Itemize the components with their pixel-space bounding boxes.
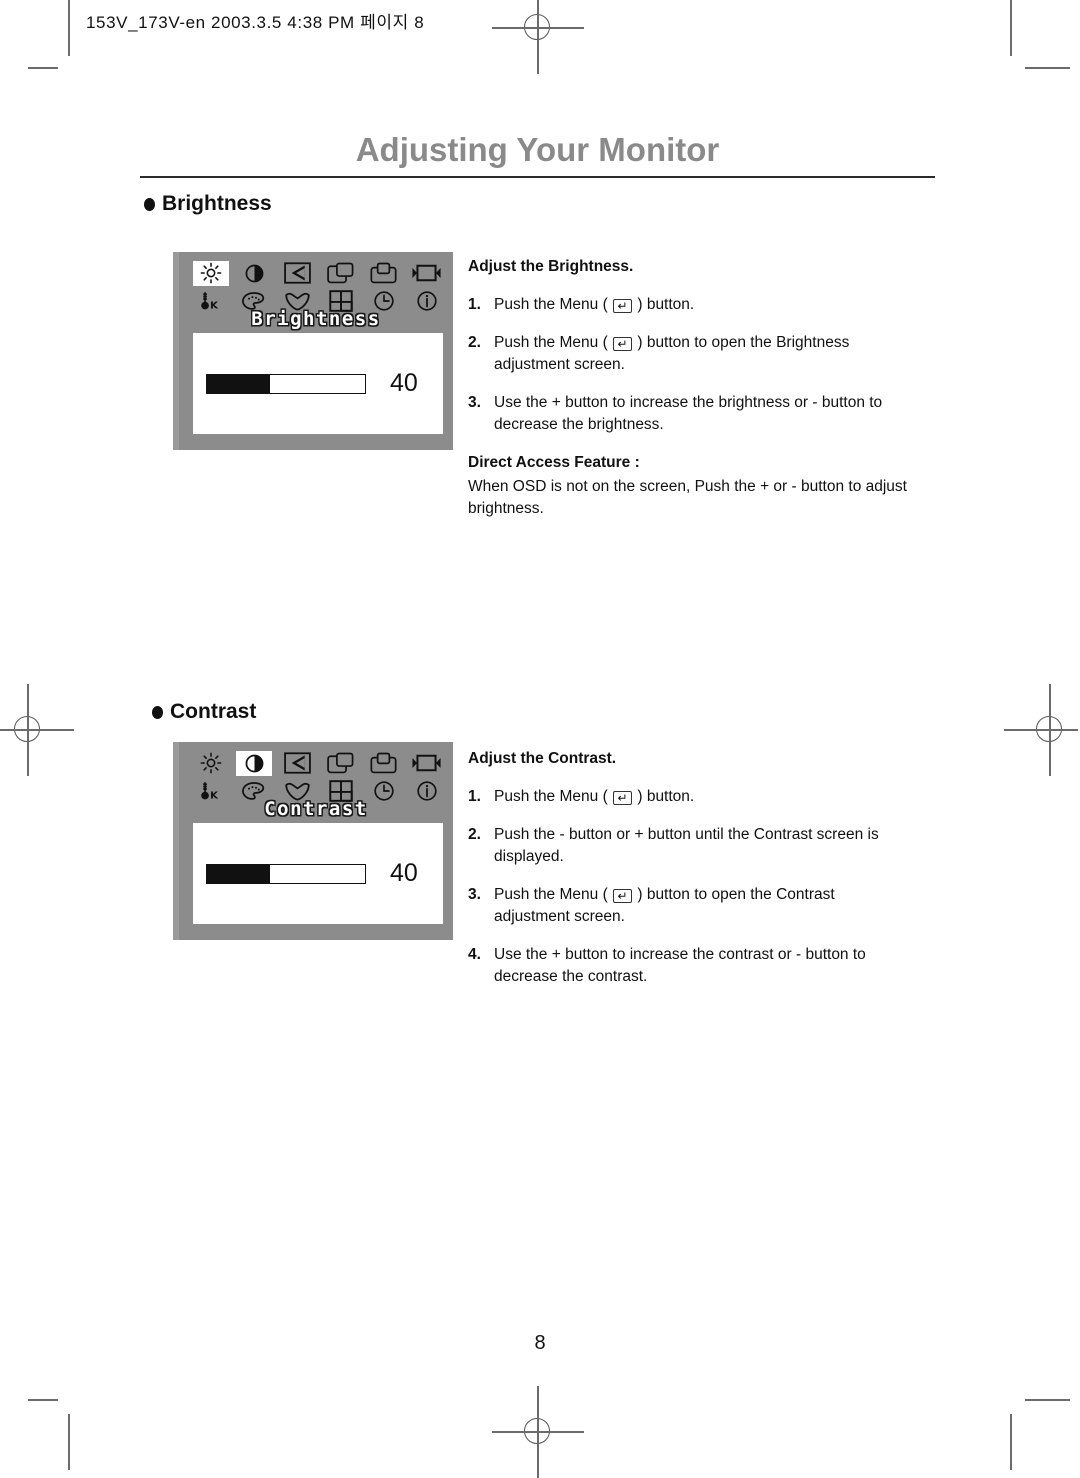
crop-mark-top-right-horizontal: [1025, 67, 1070, 69]
instructions-brightness: Adjust the Brightness. 1. Push the Menu (…: [468, 256, 908, 520]
instruction-steps: 1. Push the Menu ( ↵ ) button. 2. Push the …: [468, 294, 908, 436]
contrast-half-circle-icon[interactable]: [236, 750, 273, 776]
h-size-icon[interactable]: [409, 261, 445, 286]
image-lock-triangle-icon[interactable]: [279, 261, 315, 286]
registration-mark-right: [1004, 684, 1078, 776]
step-text: Push the - button or + button until the …: [494, 826, 879, 865]
instruction-step: 4. Use the + button to increase the contr…: [468, 944, 908, 988]
h-size-icon[interactable]: [409, 751, 445, 776]
registration-mark-left: [0, 684, 74, 776]
osd-value-readout: 40: [390, 859, 418, 887]
instruction-step: 2. Push the - button or + button until th…: [468, 824, 908, 868]
v-position-icon[interactable]: [366, 751, 402, 776]
menu-button-icon: ↵: [613, 889, 633, 903]
crop-mark-bottom-left-vertical: [68, 1414, 70, 1470]
crop-mark-top-left-vertical: [68, 0, 70, 56]
page-title: Adjusting Your Monitor: [355, 131, 720, 168]
osd-screen: 40: [193, 333, 443, 434]
slider-fill: [207, 864, 271, 883]
brightness-slider[interactable]: [206, 373, 366, 394]
instruction-lead: Adjust the Contrast.: [468, 750, 617, 767]
step-text: Use the + button to increase the contras…: [494, 946, 866, 985]
contrast-half-circle-icon[interactable]: [236, 261, 272, 286]
section-heading-label: Brightness: [162, 192, 272, 215]
menu-button-icon: ↵: [613, 299, 633, 313]
step-number: 1.: [468, 788, 481, 805]
osd-screen: 40: [193, 823, 443, 924]
step-number: 2.: [468, 334, 481, 351]
crop-mark-top-right-vertical: [1010, 0, 1012, 56]
brightness-sun-icon[interactable]: [193, 751, 229, 776]
document-page: 153V_173V-en 2003.3.5 4:38 PM 페이지 8 Adju…: [0, 0, 1080, 1478]
step-text: Push the Menu ( ↵ ) button.: [494, 788, 695, 805]
registration-mark-top: [492, 0, 584, 74]
v-position-icon[interactable]: [366, 261, 402, 286]
instruction-lead: Adjust the Brightness.: [468, 258, 634, 275]
registration-mark-bottom: [492, 1386, 584, 1478]
direct-access-title: Direct Access Feature :: [468, 454, 640, 471]
crop-mark-bottom-right-horizontal: [1025, 1399, 1070, 1401]
osd-title-label: Brightness: [251, 308, 381, 330]
step-text: Push the Menu ( ↵ ) button.: [494, 296, 695, 313]
brightness-sun-icon[interactable]: [193, 260, 229, 286]
crop-mark-bottom-right-vertical: [1010, 1414, 1012, 1470]
instruction-step: 1. Push the Menu ( ↵ ) button.: [468, 294, 908, 316]
slider-fill: [207, 374, 271, 393]
osd-value-readout: 40: [390, 369, 418, 397]
section-heading-label: Contrast: [170, 700, 257, 723]
step-number: 3.: [468, 394, 481, 411]
osd-panel-contrast: K Contrast 40: [173, 742, 453, 940]
step-text: Use the + button to increase the brightn…: [494, 394, 883, 433]
step-text: Push the Menu ( ↵ ) button to open the C…: [494, 886, 835, 925]
instruction-step: 3. Push the Menu ( ↵ ) button to open the…: [468, 884, 908, 928]
menu-button-icon: ↵: [613, 791, 633, 805]
osd-icon-row-1: [191, 260, 447, 286]
image-lock-triangle-icon[interactable]: [279, 751, 315, 776]
section-heading-brightness: Brightness: [144, 192, 272, 216]
title-divider: [140, 176, 935, 178]
direct-access-body: When OSD is not on the screen, Push the …: [468, 478, 907, 517]
step-number: 3.: [468, 886, 481, 903]
instructions-contrast: Adjust the Contrast. 1. Push the Menu ( ↵…: [468, 748, 908, 1004]
crop-mark-bottom-left-horizontal: [28, 1399, 58, 1401]
section-heading-contrast: Contrast: [152, 700, 256, 724]
instruction-step: 2. Push the Menu ( ↵ ) button to open the…: [468, 332, 908, 376]
page-number: 8: [534, 1332, 546, 1354]
step-text: Push the Menu ( ↵ ) button to open the B…: [494, 334, 850, 373]
contrast-slider[interactable]: [206, 863, 366, 884]
osd-title-label: Contrast: [264, 798, 368, 820]
menu-button-icon: ↵: [613, 337, 633, 351]
osd-icon-row-1: [191, 750, 447, 776]
step-number: 2.: [468, 826, 481, 843]
osd-panel-brightness: K Brightness 40: [173, 252, 453, 450]
h-position-icon[interactable]: [323, 751, 359, 776]
instruction-step: 3. Use the + button to increase the brigh…: [468, 392, 908, 436]
step-number: 4.: [468, 946, 481, 963]
crop-mark-top-left-horizontal: [28, 67, 58, 69]
print-slug-text: 153V_173V-en 2003.3.5 4:38 PM 페이지 8: [86, 13, 425, 32]
bullet-icon: [144, 197, 155, 211]
instruction-step: 1. Push the Menu ( ↵ ) button.: [468, 786, 908, 808]
h-position-icon[interactable]: [323, 261, 359, 286]
instruction-steps: 1. Push the Menu ( ↵ ) button. 2. Push the …: [468, 786, 908, 988]
bullet-icon: [152, 705, 163, 719]
step-number: 1.: [468, 296, 481, 313]
